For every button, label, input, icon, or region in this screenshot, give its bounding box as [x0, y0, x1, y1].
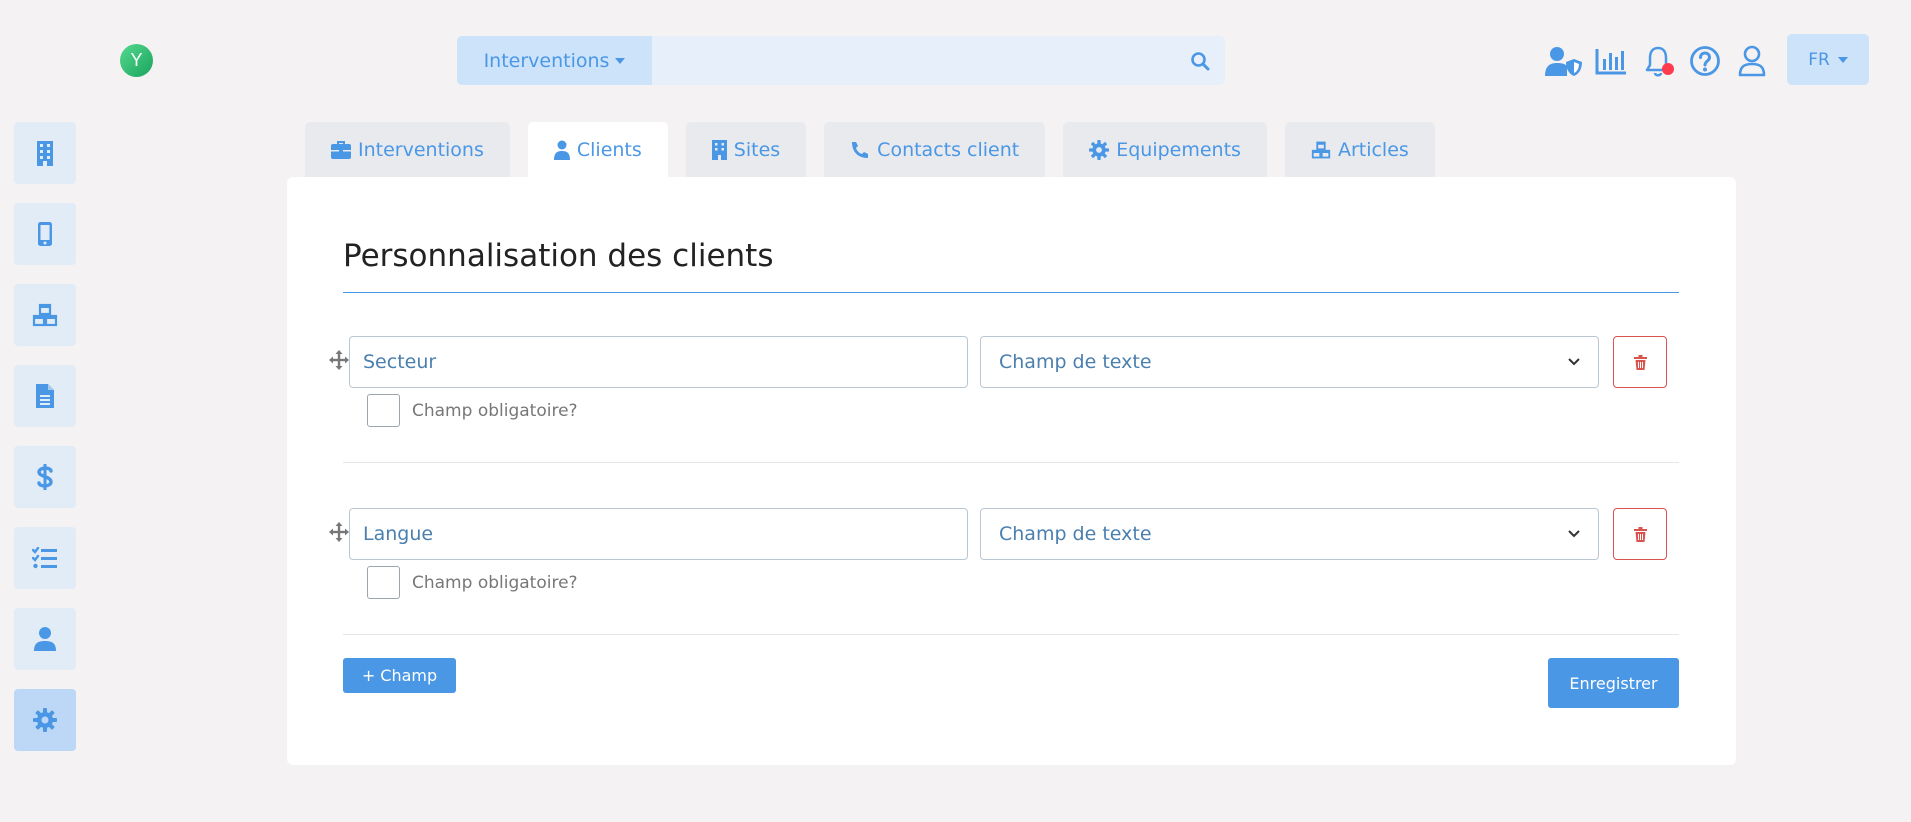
building-icon	[711, 139, 727, 160]
cubes-icon	[1311, 141, 1331, 158]
tab-articles[interactable]: Articles	[1284, 122, 1435, 177]
tab-label: Sites	[733, 138, 781, 161]
notifications-button[interactable]	[1634, 42, 1681, 80]
tab-label: Interventions	[358, 138, 484, 161]
language-label: FR	[1808, 49, 1830, 70]
profile-button[interactable]	[1728, 42, 1775, 80]
tab-label: Equipements	[1116, 138, 1241, 161]
caret-down-icon	[1837, 56, 1848, 63]
sidebar-item-tasks[interactable]	[14, 527, 76, 589]
gear-icon	[33, 708, 57, 732]
search-button[interactable]	[1175, 36, 1225, 85]
required-toggle: Champ obligatoire?	[367, 394, 578, 427]
page-title: Personnalisation des clients	[343, 238, 774, 274]
tab-equipements[interactable]: Equipements	[1063, 122, 1267, 177]
tab-contacts-client[interactable]: Contacts client	[824, 122, 1046, 177]
caret-down-icon	[615, 57, 626, 64]
sidebar-item-settings[interactable]	[14, 689, 76, 751]
search-icon	[1191, 51, 1210, 70]
notification-dot	[1662, 63, 1674, 75]
field-type-value: Champ de texte	[999, 351, 1152, 373]
delete-field-button[interactable]	[1613, 336, 1667, 388]
search-bar: Interventions	[457, 36, 1225, 85]
building-icon	[37, 141, 53, 166]
tab-label: Clients	[576, 138, 642, 161]
gear-icon	[1089, 139, 1110, 160]
move-icon	[329, 350, 349, 370]
sidebar-item-billing[interactable]	[14, 446, 76, 508]
admin-users-button[interactable]	[1540, 42, 1587, 80]
dollar-icon	[37, 464, 53, 490]
chart-icon	[1595, 49, 1626, 75]
tasks-icon	[32, 547, 57, 569]
search-input[interactable]	[652, 36, 1175, 85]
language-dropdown[interactable]: FR	[1787, 34, 1869, 85]
field-name-input[interactable]: Secteur	[349, 336, 968, 388]
required-checkbox[interactable]	[367, 394, 400, 427]
user-shield-icon	[1544, 47, 1582, 76]
drag-handle[interactable]	[329, 522, 349, 542]
tab-sites[interactable]: Sites	[685, 122, 807, 177]
chevron-down-icon	[1568, 358, 1580, 366]
title-divider	[343, 292, 1679, 293]
required-toggle: Champ obligatoire?	[367, 566, 578, 599]
search-scope-dropdown[interactable]: Interventions	[457, 36, 652, 85]
trash-icon	[1633, 526, 1647, 542]
user-icon	[1738, 45, 1765, 77]
required-label: Champ obligatoire?	[412, 572, 578, 593]
tab-clients[interactable]: Clients	[527, 122, 668, 177]
row-divider	[343, 634, 1679, 635]
delete-field-button[interactable]	[1613, 508, 1667, 560]
required-checkbox[interactable]	[367, 566, 400, 599]
sidebar-item-documents[interactable]	[14, 365, 76, 427]
sidebar-item-mobile[interactable]	[14, 203, 76, 265]
sidebar	[14, 122, 76, 770]
tab-label: Articles	[1337, 138, 1409, 161]
chevron-down-icon	[1568, 530, 1580, 538]
help-button[interactable]	[1681, 42, 1728, 80]
move-icon	[329, 522, 349, 542]
mobile-icon	[38, 222, 52, 246]
field-type-select[interactable]: Champ de texte	[980, 336, 1599, 388]
sidebar-item-articles[interactable]	[14, 284, 76, 346]
custom-field-row: Langue Champ de texte Champ obligatoire?	[329, 508, 1679, 638]
sidebar-item-clients[interactable]	[14, 608, 76, 670]
statistics-button[interactable]	[1587, 42, 1634, 80]
field-name-value: Secteur	[363, 351, 437, 373]
custom-field-row: Secteur Champ de texte Champ obligatoire…	[329, 336, 1679, 466]
field-name-input[interactable]: Langue	[349, 508, 968, 560]
phone-icon	[852, 141, 869, 158]
search-scope-label: Interventions	[483, 49, 610, 72]
field-type-select[interactable]: Champ de texte	[980, 508, 1599, 560]
add-field-button[interactable]: + Champ	[343, 658, 456, 693]
user-icon	[553, 140, 570, 160]
sidebar-item-buildings[interactable]	[14, 122, 76, 184]
required-label: Champ obligatoire?	[412, 400, 578, 421]
tab-label: Contacts client	[877, 138, 1020, 161]
field-type-value: Champ de texte	[999, 523, 1152, 545]
file-icon	[36, 384, 54, 408]
save-button[interactable]: Enregistrer	[1548, 658, 1679, 708]
settings-tabs: Interventions Clients Sites Contacts cli…	[305, 122, 1453, 177]
cubes-icon	[32, 303, 58, 327]
client-customization-card: Personnalisation des clients Secteur Cha…	[287, 177, 1736, 765]
drag-handle[interactable]	[329, 350, 349, 370]
trash-icon	[1633, 354, 1647, 370]
user-icon	[34, 627, 56, 651]
field-name-value: Langue	[363, 523, 434, 545]
header-actions	[1540, 42, 1775, 80]
row-divider	[343, 462, 1679, 463]
tab-interventions[interactable]: Interventions	[305, 122, 510, 177]
help-icon	[1689, 46, 1720, 76]
app-logo[interactable]: Y	[120, 44, 153, 77]
briefcase-icon	[331, 140, 351, 159]
